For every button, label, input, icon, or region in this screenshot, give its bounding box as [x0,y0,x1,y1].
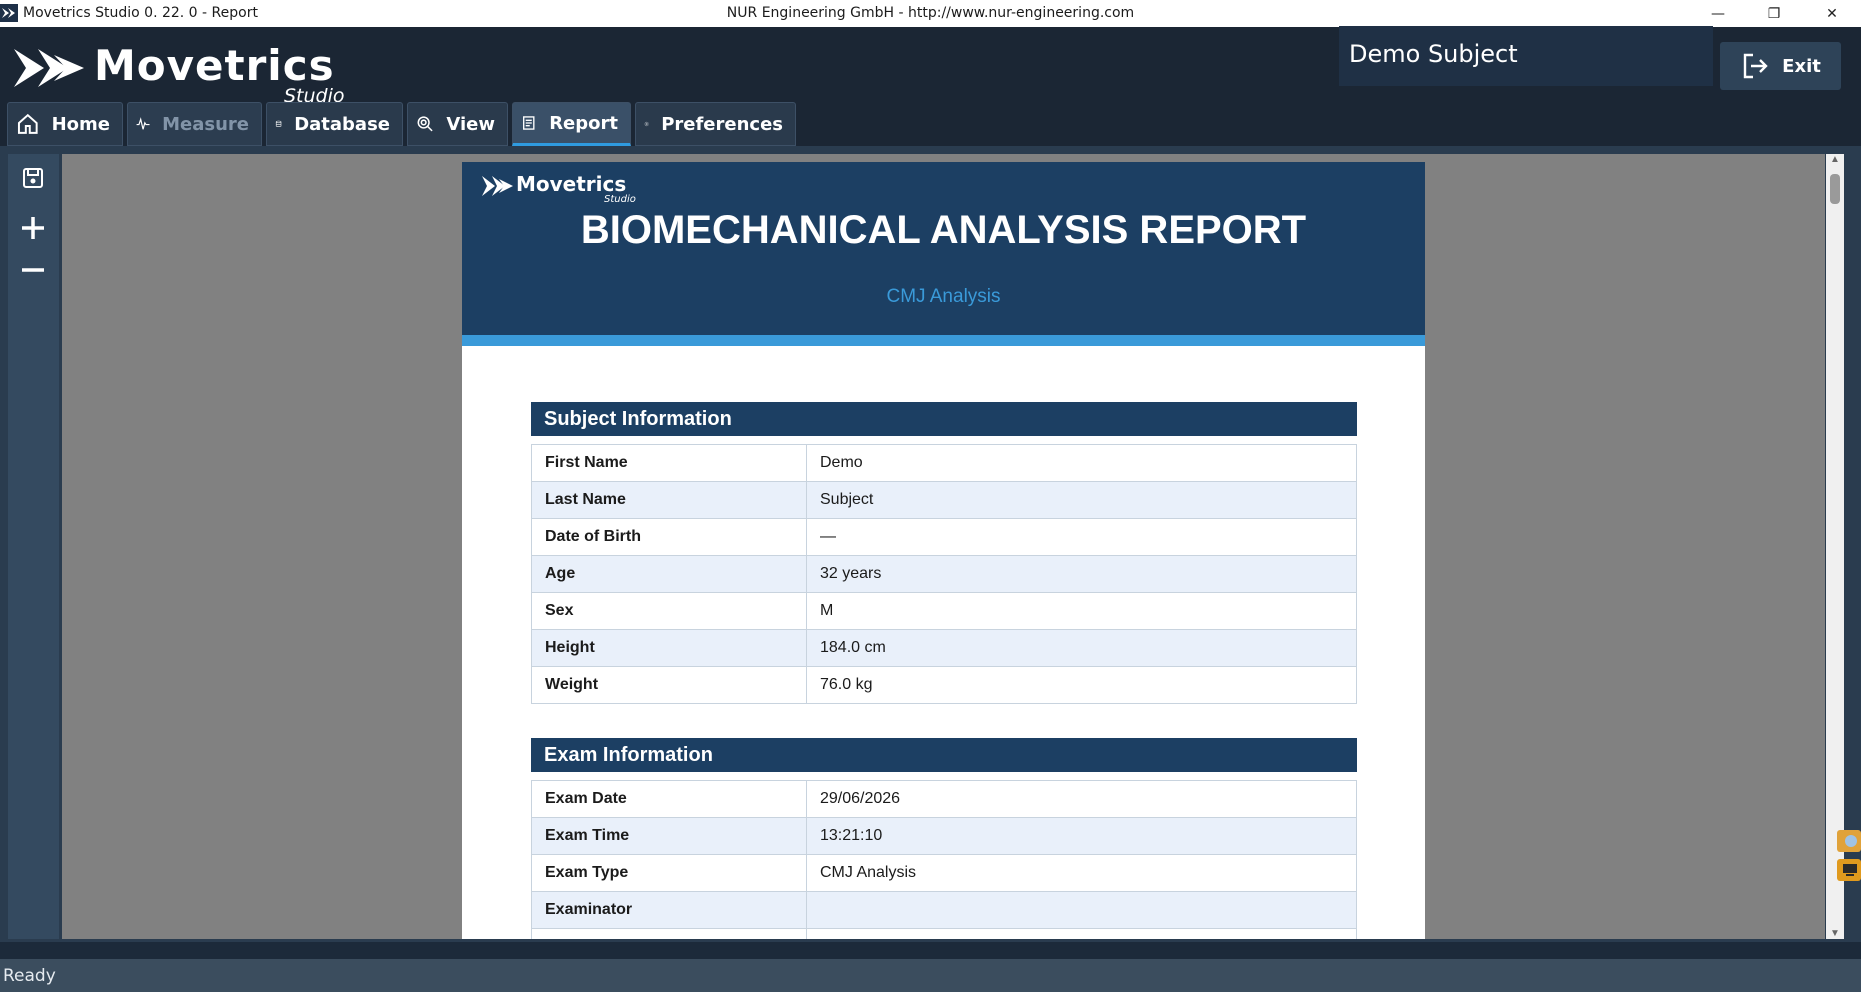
viewer-scrollbar[interactable]: ▲ ▼ [1826,154,1844,939]
tab-home-label: Home [51,113,110,135]
row-value: 32 years [806,555,1357,593]
table-row: Exam Time 13:21:10 [531,817,1357,855]
row-key: Exam Type [531,854,807,892]
status-text: Ready [3,966,56,986]
table-row: Exam Type CMJ Analysis [531,854,1357,892]
exam-section-heading: Exam Information [531,738,1357,772]
table-row: Sex M [531,592,1357,630]
row-value: 29/06/2026 [806,780,1357,818]
subject-section-heading: Subject Information [531,402,1357,436]
row-value: Demo [806,444,1357,482]
row-key: Height [531,629,807,667]
row-key: Date of Birth [531,518,807,556]
tab-view[interactable]: View [407,102,508,146]
row-value: M [806,592,1357,630]
row-value: — [806,518,1357,556]
settings-widget-icon[interactable] [1837,830,1861,852]
gear-icon [644,121,649,127]
tab-measure-label: Measure [162,113,249,135]
row-value: 13:21:10 [806,817,1357,855]
tab-home[interactable]: Home [7,102,123,146]
row-key: Sex [531,592,807,630]
current-subject: Demo Subject [1339,20,1713,86]
logo-wordmark: Movetrics [94,41,335,90]
report-subtitle: CMJ Analysis [886,286,1001,307]
save-button[interactable] [19,164,47,192]
row-value: Subject [806,481,1357,519]
table-row [531,928,1357,939]
row-value: 184.0 cm [806,629,1357,667]
row-key [531,928,807,939]
row-key: Age [531,555,807,593]
table-row: Examinator [531,891,1357,929]
report-logo-arrows-icon [482,176,513,196]
table-row: Last Name Subject [531,481,1357,519]
subject-name: Demo Subject [1349,40,1518,68]
workspace: Movetrics Studio BIOMECHANICAL ANALYSIS … [0,146,1861,942]
report-title: BIOMECHANICAL ANALYSIS REPORT [580,208,1307,252]
logo-arrows-icon [14,49,84,87]
main-tabs: Home Measure Database View Report Prefer… [7,102,796,146]
save-icon [23,168,43,188]
row-key: Examinator [531,891,807,929]
monitor-widget-icon[interactable] [1837,859,1861,881]
exam-info-table: Exam Date 29/06/2026 Exam Time 13:21:10 Ex… [531,780,1357,939]
report-viewer[interactable]: Movetrics Studio BIOMECHANICAL ANALYSIS … [62,154,1825,939]
status-bar: Ready [0,959,1861,992]
row-key: Exam Date [531,780,807,818]
table-row: Height 184.0 cm [531,629,1357,667]
row-value: 76.0 kg [806,666,1357,704]
report-toolbar [8,154,59,939]
tab-preferences[interactable]: Preferences [635,102,796,146]
database-icon [275,120,282,127]
report-logo-subtitle: Studio [604,194,636,205]
tab-measure[interactable]: Measure [127,102,262,146]
zoom-in-button[interactable] [19,214,47,242]
tab-report-label: Report [549,112,618,134]
row-value [806,928,1357,939]
row-value [806,891,1357,929]
exit-button[interactable]: Exit [1720,42,1841,90]
window-center-title: NUR Engineering GmbH - http://www.nur-en… [726,5,1135,21]
zoom-out-button[interactable] [19,256,47,284]
row-value: CMJ Analysis [806,854,1357,892]
scroll-up-icon[interactable]: ▲ [1826,154,1844,165]
tab-report[interactable]: Report [512,102,631,146]
report-icon [523,116,535,130]
table-row: Weight 76.0 kg [531,666,1357,704]
report-banner: Movetrics Studio BIOMECHANICAL ANALYSIS … [462,162,1425,346]
close-button[interactable]: ✕ [1804,0,1860,27]
table-row: First Name Demo [531,444,1357,482]
app-logo: Movetrics Studio [14,39,374,109]
table-row: Exam Date 29/06/2026 [531,780,1357,818]
home-icon [17,113,38,134]
report-logo-wordmark: Movetrics [516,172,627,196]
tab-preferences-label: Preferences [661,113,783,135]
tab-database-label: Database [294,113,390,135]
subject-info-table: First Name Demo Last Name Subject Date of … [531,444,1357,704]
report-page: Movetrics Studio BIOMECHANICAL ANALYSIS … [462,162,1425,939]
scroll-thumb[interactable] [1830,174,1840,204]
report-logo: Movetrics Studio [482,172,652,205]
tab-database[interactable]: Database [266,102,403,146]
row-key: Exam Time [531,817,807,855]
exit-icon [1743,53,1768,79]
banner-accent-line [462,335,1425,346]
row-key: Last Name [531,481,807,519]
scroll-down-icon[interactable]: ▼ [1826,928,1844,939]
pulse-icon [136,117,150,130]
row-key: Weight [531,666,807,704]
table-row: Date of Birth — [531,518,1357,556]
restore-button[interactable]: ❐ [1746,0,1802,27]
eye-icon [417,116,433,132]
table-row: Age 32 years [531,555,1357,593]
tab-view-label: View [446,113,495,135]
plus-icon [22,217,44,239]
minus-icon [22,268,44,272]
side-widgets [1837,830,1861,881]
exit-label: Exit [1782,55,1821,77]
row-key: First Name [531,444,807,482]
